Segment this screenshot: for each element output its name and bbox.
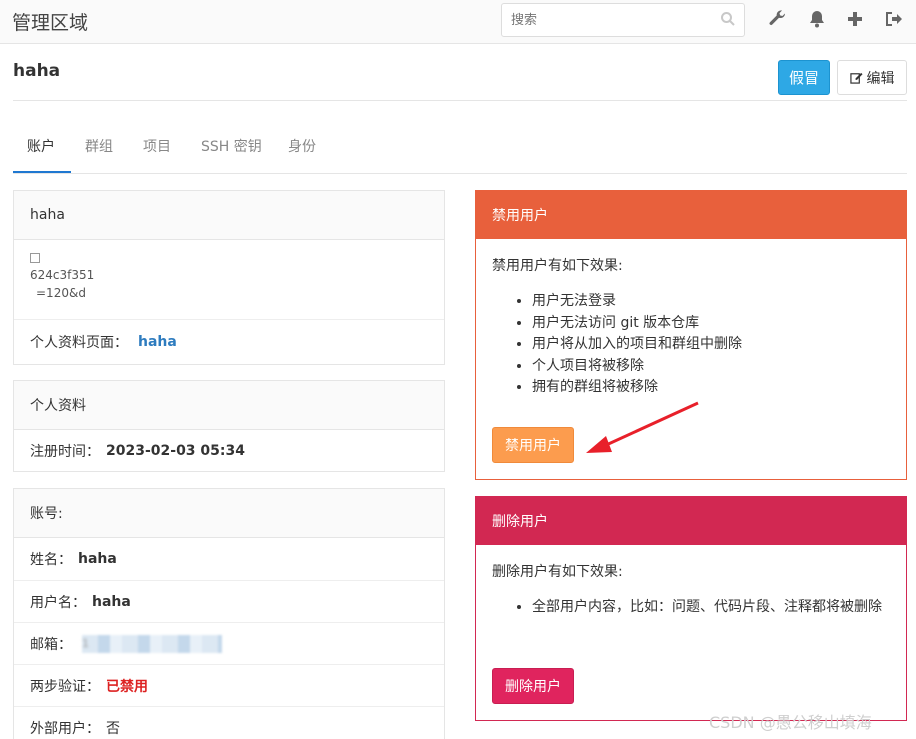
tab-groups[interactable]: 群组 (85, 136, 113, 156)
block-user-body: 禁用用户有如下效果: 用户无法登录 用户无法访问 git 版本仓库 用户将从加入… (476, 239, 906, 415)
external-user-label: 外部用户： (30, 721, 100, 737)
avatar-alt-text-2: =120&d (36, 286, 86, 300)
profile-card: haha 624c3f351 =120&d 个人资料页面： haha (13, 190, 445, 365)
edit-label: 编辑 (866, 70, 895, 87)
email-row: 邮箱： 1 (14, 623, 444, 665)
external-user-value: 否 (106, 721, 120, 737)
username-row: 用户名： haha (14, 581, 444, 623)
personal-info-title: 个人资料 (14, 381, 444, 430)
block-user-button[interactable]: 禁用用户 (492, 427, 574, 463)
delete-user-title: 删除用户 (476, 497, 906, 545)
tab-bar: 账户 群组 项目 SSH 密钥 身份 (13, 128, 907, 174)
name-label: 姓名： (30, 552, 72, 568)
registered-label: 注册时间： (30, 444, 100, 460)
wrench-icon[interactable] (768, 9, 788, 29)
email-label: 邮箱： (30, 636, 72, 653)
username-value: haha (92, 593, 131, 610)
two-factor-status: 已禁用 (106, 678, 148, 695)
account-card-title: 账号: (14, 489, 444, 538)
username-label: 用户名： (30, 594, 86, 611)
bell-icon[interactable] (807, 9, 827, 29)
search-input[interactable] (501, 3, 745, 37)
plus-icon[interactable] (845, 9, 865, 29)
two-factor-label: 两步验证： (30, 678, 100, 695)
divider (13, 100, 907, 101)
impersonate-button[interactable]: 假冒 (778, 60, 830, 95)
profile-page-link[interactable]: haha (138, 334, 177, 350)
page-title: haha (13, 61, 61, 81)
list-item: 全部用户内容，比如：问题、代码片段、注释都将被删除 (532, 597, 882, 619)
avatar-alt-text: 624c3f351 (30, 268, 95, 282)
delete-user-panel: 删除用户 删除用户有如下效果: 全部用户内容，比如：问题、代码片段、注释都将被删… (475, 496, 907, 721)
tab-account[interactable]: 账户 (27, 136, 55, 156)
list-item: 用户无法登录 (532, 291, 890, 313)
sign-out-icon[interactable] (883, 9, 903, 29)
name-row: 姓名： haha (14, 538, 444, 581)
brand-title[interactable]: 管理区域 (12, 8, 88, 35)
external-user-row: 外部用户： 否 (14, 707, 444, 739)
delete-user-body: 删除用户有如下效果: 全部用户内容，比如：问题、代码片段、注释都将被删除 (476, 545, 906, 635)
top-navbar: 管理区域 (0, 0, 916, 44)
name-value: haha (78, 551, 117, 567)
edit-icon (849, 72, 863, 84)
delete-user-intro: 删除用户有如下效果: (492, 564, 623, 580)
email-value-redacted: 1 (82, 634, 222, 653)
list-item: 个人项目将被移除 (532, 356, 890, 378)
delete-user-button[interactable]: 删除用户 (492, 668, 574, 704)
tab-projects[interactable]: 项目 (143, 136, 171, 156)
block-user-title: 禁用用户 (476, 191, 906, 239)
block-user-effects: 用户无法登录 用户无法访问 git 版本仓库 用户将从加入的项目和群组中删除 个… (532, 291, 890, 399)
avatar: 624c3f351 =120&d (14, 240, 444, 320)
list-item: 用户将从加入的项目和群组中删除 (532, 334, 890, 356)
block-user-panel: 禁用用户 禁用用户有如下效果: 用户无法登录 用户无法访问 git 版本仓库 用… (475, 190, 907, 480)
account-card: 账号: 姓名： haha 用户名： haha 邮箱： 1 两步验证： 已禁用 外… (13, 488, 445, 739)
profile-page-row: 个人资料页面： haha (14, 320, 444, 364)
registered-value: 2023-02-03 05:34 (106, 443, 245, 459)
edit-button[interactable]: 编辑 (837, 60, 907, 95)
block-user-intro: 禁用用户有如下效果: (492, 258, 623, 274)
profile-page-label: 个人资料页面： (30, 335, 128, 351)
list-item: 用户无法访问 git 版本仓库 (532, 313, 890, 335)
watermark: CSDN @愚公移山填海 (709, 713, 872, 732)
tab-ssh-keys[interactable]: SSH 密钥 (201, 136, 262, 156)
tab-identities[interactable]: 身份 (288, 136, 316, 156)
registered-row: 注册时间： 2023-02-03 05:34 (14, 430, 444, 472)
broken-image-icon (30, 253, 40, 263)
two-factor-row: 两步验证： 已禁用 (14, 665, 444, 707)
personal-info-card: 个人资料 注册时间： 2023-02-03 05:34 (13, 380, 445, 472)
list-item: 拥有的群组将被移除 (532, 377, 890, 399)
active-tab-indicator (13, 171, 71, 173)
profile-card-title: haha (14, 191, 444, 240)
search-icon (721, 12, 735, 26)
delete-user-effects: 全部用户内容，比如：问题、代码片段、注释都将被删除 (532, 597, 882, 619)
